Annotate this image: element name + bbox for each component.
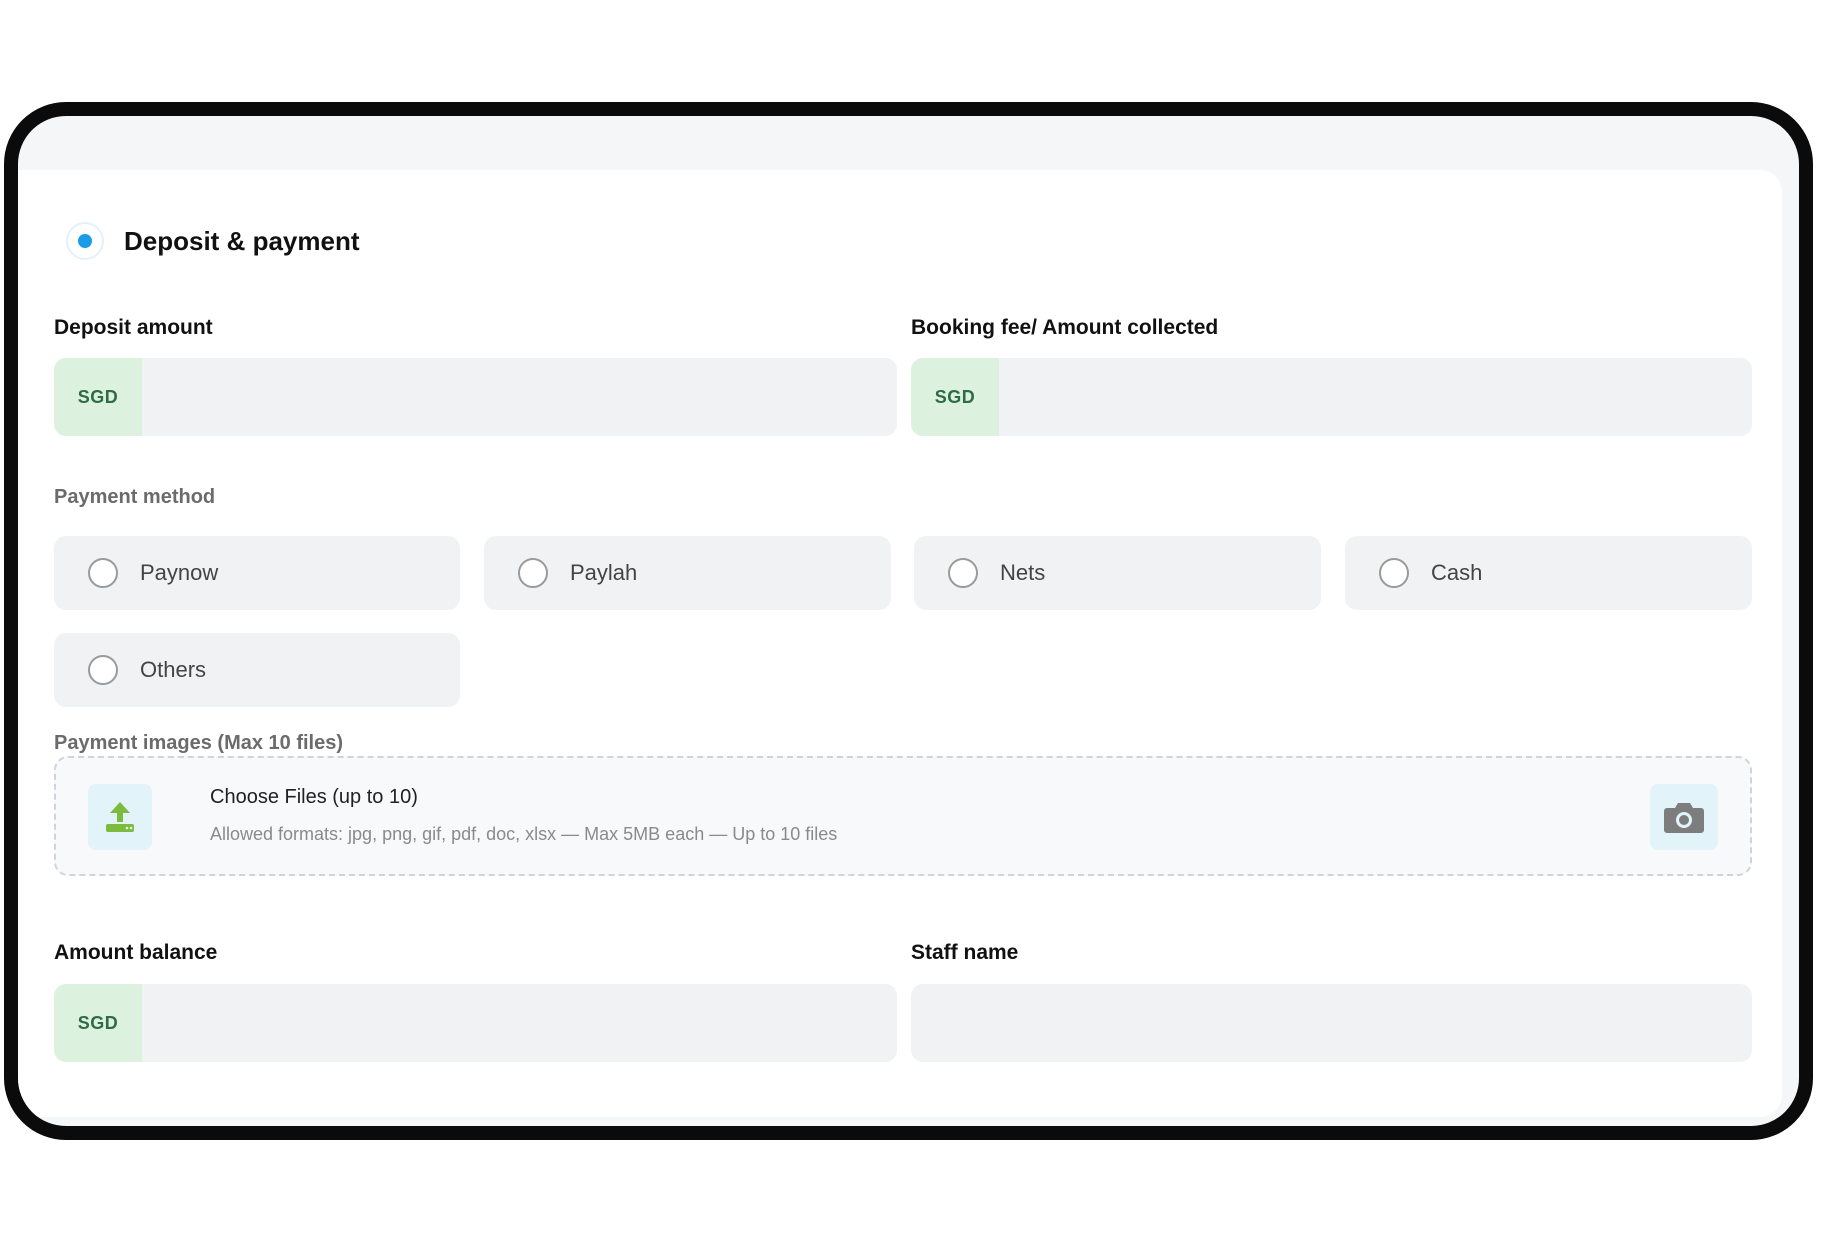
section-title: Deposit & payment	[124, 225, 360, 256]
deposit-amount-label: Deposit amount	[54, 316, 213, 339]
amount-balance-input-group: SGD	[54, 984, 897, 1062]
deposit-amount-input-group: SGD	[54, 358, 897, 436]
payment-option-paylah[interactable]: Paylah	[484, 536, 891, 610]
section-header: Deposit & payment	[66, 222, 360, 260]
payment-option-label: Cash	[1431, 560, 1483, 585]
staff-name-input-group	[911, 984, 1752, 1062]
choose-files-label[interactable]: Choose Files (up to 10)	[210, 786, 418, 809]
payment-images-label: Payment images (Max 10 files)	[54, 732, 344, 754]
booking-fee-input-group: SGD	[911, 358, 1752, 436]
upload-hint-text: Allowed formats: jpg, png, gif, pdf, doc…	[210, 824, 838, 844]
amount-balance-label: Amount balance	[54, 941, 218, 964]
radio-icon[interactable]	[88, 655, 118, 685]
staff-name-label: Staff name	[911, 941, 1019, 964]
payment-option-cash[interactable]: Cash	[1345, 536, 1752, 610]
deposit-currency-prefix: SGD	[54, 358, 142, 436]
amount-balance-currency-prefix: SGD	[54, 984, 142, 1062]
booking-fee-label: Booking fee/ Amount collected	[911, 316, 1219, 339]
amount-balance-field[interactable]	[142, 984, 897, 1062]
section-indicator-icon	[66, 222, 104, 260]
payment-option-label: Paynow	[140, 560, 219, 585]
upload-icon[interactable]	[88, 784, 152, 850]
payment-option-others[interactable]: Others	[54, 633, 460, 707]
deposit-payment-card: Deposit & payment Deposit amount SGD Boo…	[18, 170, 1782, 1117]
booking-fee-currency-prefix: SGD	[911, 358, 999, 436]
file-upload-dropzone[interactable]: Choose Files (up to 10) Allowed formats:…	[54, 756, 1752, 876]
camera-icon[interactable]	[1650, 784, 1718, 850]
booking-fee-field[interactable]	[999, 358, 1752, 436]
payment-option-label: Paylah	[570, 560, 638, 585]
device-frame: Deposit & payment Deposit amount SGD Boo…	[4, 102, 1813, 1140]
radio-icon[interactable]	[88, 558, 118, 588]
staff-name-field[interactable]	[911, 984, 1752, 1062]
payment-option-label: Others	[140, 657, 207, 682]
radio-icon[interactable]	[518, 558, 548, 588]
payment-method-label: Payment method	[54, 486, 216, 508]
deposit-amount-field[interactable]	[142, 358, 897, 436]
radio-icon[interactable]	[948, 558, 978, 588]
payment-option-paynow[interactable]: Paynow	[54, 536, 460, 610]
radio-icon[interactable]	[1379, 558, 1409, 588]
payment-option-label: Nets	[1000, 560, 1046, 585]
payment-option-nets[interactable]: Nets	[914, 536, 1321, 610]
